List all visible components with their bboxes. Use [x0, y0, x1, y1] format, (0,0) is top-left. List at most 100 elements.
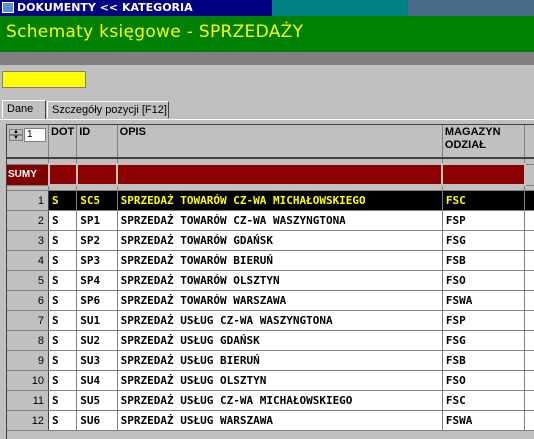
table-row[interactable]: 9 S SU3 SPRZEDAŻ USŁUG BIERUŃ FSB [7, 350, 534, 371]
cell-magazyn[interactable]: FSWA [442, 290, 526, 311]
table-row[interactable]: 10 S SU4 SPRZEDAŻ USŁUG OLSZTYN FSO [7, 370, 534, 391]
row-number[interactable]: 7 [7, 310, 49, 331]
cell-opis[interactable]: SPRZEDAŻ TOWARÓW GDAŃSK [117, 230, 443, 251]
cell-opis[interactable]: SPRZEDAŻ USŁUG BIERUŃ [117, 350, 443, 371]
cell-id[interactable]: SU6 [76, 410, 118, 431]
page-title: Schematy księgowe - SPRZEDAŻY [6, 22, 304, 42]
cell-dot[interactable]: S [48, 330, 78, 351]
cell-magazyn[interactable]: FSB [442, 350, 526, 371]
row-number[interactable]: 9 [7, 350, 49, 371]
cell-id[interactable]: SU2 [76, 330, 118, 351]
table-row[interactable]: 5 S SP4 SPRZEDAŻ TOWARÓW OLSZTYN FSO [7, 270, 534, 291]
window-title: DOKUMENTY << KATEGORIA [17, 1, 193, 14]
page-header: Schematy księgowe - SPRZEDAŻY [0, 16, 534, 52]
cell-magazyn[interactable]: FSO [442, 270, 526, 291]
cell-opis[interactable]: SPRZEDAŻ USŁUG CZ-WA WASZYNGTONA [117, 310, 443, 331]
row-spinner[interactable]: ▲ ▼ [9, 129, 23, 141]
sumy-cell-opis [116, 163, 444, 186]
cell-dot[interactable]: S [48, 310, 78, 331]
grid-table: ▲ ▼ 1 DOT ID OPIS MAGAZYN ODZIAŁ SUMY 1S… [7, 125, 534, 431]
table-row[interactable]: 11 S SU5 SPRZEDAŻ USŁUG CZ-WA MICHAŁOWSKIEG… [7, 390, 534, 411]
cell-id[interactable]: SP4 [76, 270, 118, 291]
cell-opis[interactable]: SPRZEDAŻ USŁUG WARSZAWA [117, 410, 443, 431]
cell-opis[interactable]: SPRZEDAŻ TOWARÓW BIERUŃ [117, 250, 443, 271]
cell-magazyn[interactable]: FSC [442, 190, 526, 211]
cell-id[interactable]: SU3 [76, 350, 118, 371]
table-row[interactable]: 3 S SP2 SPRZEDAŻ TOWARÓW GDAŃSK FSG [7, 230, 534, 251]
row-number[interactable]: 11 [7, 390, 49, 411]
cell-id[interactable]: SU5 [76, 390, 118, 411]
cell-extra [524, 270, 534, 291]
cell-opis[interactable]: SPRZEDAŻ USŁUG OLSZTYN [117, 370, 443, 391]
tab-strip: Dane Szczegóły pozycji [F12] [0, 95, 534, 120]
cell-id[interactable]: SU4 [76, 370, 118, 391]
cell-magazyn[interactable]: FSC [442, 390, 526, 411]
cell-extra [524, 330, 534, 351]
table-row[interactable]: 4 S SP3 SPRZEDAŻ TOWARÓW BIERUŃ FSB [7, 250, 534, 271]
cell-dot[interactable]: S [48, 350, 78, 371]
cell-id[interactable]: SP2 [76, 230, 118, 251]
cell-magazyn[interactable]: FSP [442, 210, 526, 231]
cell-dot[interactable]: S [48, 230, 78, 251]
column-header-dot[interactable]: DOT [48, 125, 78, 159]
cell-dot[interactable]: S [48, 390, 78, 411]
table-row[interactable]: 1 S SC5 SPRZEDAŻ TOWARÓW CZ-WA MICHAŁOWSKIE… [7, 190, 534, 211]
app-icon[interactable] [2, 2, 14, 13]
sumy-label: SUMY [7, 164, 49, 186]
cell-dot[interactable]: S [48, 250, 78, 271]
cell-opis[interactable]: SPRZEDAŻ TOWARÓW CZ-WA MICHAŁOWSKIEGO [117, 190, 443, 211]
table-row[interactable]: 8 S SU2 SPRZEDAŻ USŁUG GDAŃSK FSG [7, 330, 534, 351]
data-grid: ▲ ▼ 1 DOT ID OPIS MAGAZYN ODZIAŁ SUMY 1S… [6, 124, 534, 439]
column-header-opis[interactable]: OPIS [117, 125, 443, 159]
table-row[interactable]: 2 S SP1 SPRZEDAŻ TOWARÓW CZ-WA WASZYNGTONA F… [7, 210, 534, 231]
table-row[interactable]: 7 S SU1 SPRZEDAŻ USŁUG CZ-WA WASZYNGTONA FSP [7, 310, 534, 331]
cell-extra [524, 370, 534, 391]
row-number[interactable]: 8 [7, 330, 49, 351]
cell-magazyn[interactable]: FSO [442, 370, 526, 391]
cell-dot[interactable]: S [48, 370, 78, 391]
cell-opis[interactable]: SPRZEDAŻ USŁUG CZ-WA MICHAŁOWSKIEGO [117, 390, 443, 411]
cell-id[interactable]: SC5 [76, 190, 118, 211]
spinner-value[interactable]: 1 [24, 128, 46, 142]
column-header-magazyn[interactable]: MAGAZYN ODZIAŁ [442, 125, 526, 159]
title-bar-controls [408, 0, 534, 16]
cell-dot[interactable]: S [48, 210, 78, 231]
cell-id[interactable]: SU1 [76, 310, 118, 331]
cell-magazyn[interactable]: FSB [442, 250, 526, 271]
table-row[interactable]: 12 S SU6 SPRZEDAŻ USŁUG WARSZAWA FSWA [7, 410, 534, 431]
cell-extra [524, 210, 534, 231]
cell-opis[interactable]: SPRZEDAŻ TOWARÓW CZ-WA WASZYNGTONA [117, 210, 443, 231]
row-number[interactable]: 5 [7, 270, 49, 291]
cell-id[interactable]: SP1 [76, 210, 118, 231]
tab-dane[interactable]: Dane [2, 100, 46, 120]
title-bar-spacer [272, 0, 408, 16]
spinner-down-icon[interactable]: ▼ [9, 135, 23, 141]
grid-header-row: ▲ ▼ 1 DOT ID OPIS MAGAZYN ODZIAŁ [7, 125, 534, 159]
row-number[interactable]: 2 [7, 210, 49, 231]
cell-id[interactable]: SP6 [76, 290, 118, 311]
row-number[interactable]: 1 [7, 190, 49, 211]
cell-dot[interactable]: S [48, 290, 78, 311]
row-number[interactable]: 10 [7, 370, 49, 391]
cell-opis[interactable]: SPRZEDAŻ TOWARÓW OLSZTYN [117, 270, 443, 291]
cell-magazyn[interactable]: FSWA [442, 410, 526, 431]
row-number[interactable]: 12 [7, 410, 49, 431]
filter-input[interactable] [2, 71, 86, 88]
cell-magazyn[interactable]: FSG [442, 330, 526, 351]
cell-magazyn[interactable]: FSG [442, 230, 526, 251]
cell-dot[interactable]: S [48, 190, 78, 211]
cell-dot[interactable]: S [48, 270, 78, 291]
cell-dot[interactable]: S [48, 410, 78, 431]
cell-id[interactable]: SP3 [76, 250, 118, 271]
tab-szczegoly-pozycji[interactable]: Szczegóły pozycji [F12] [47, 101, 169, 118]
cell-extra [524, 350, 534, 371]
cell-magazyn[interactable]: FSP [442, 310, 526, 331]
row-number[interactable]: 3 [7, 230, 49, 251]
table-row[interactable]: 6 S SP6 SPRZEDAŻ TOWARÓW WARSZAWA FSWA [7, 290, 534, 311]
row-number[interactable]: 6 [7, 290, 49, 311]
column-header-id[interactable]: ID [76, 125, 118, 159]
cell-extra [524, 310, 534, 331]
row-number[interactable]: 4 [7, 250, 49, 271]
cell-opis[interactable]: SPRZEDAŻ TOWARÓW WARSZAWA [117, 290, 443, 311]
cell-opis[interactable]: SPRZEDAŻ USŁUG GDAŃSK [117, 330, 443, 351]
